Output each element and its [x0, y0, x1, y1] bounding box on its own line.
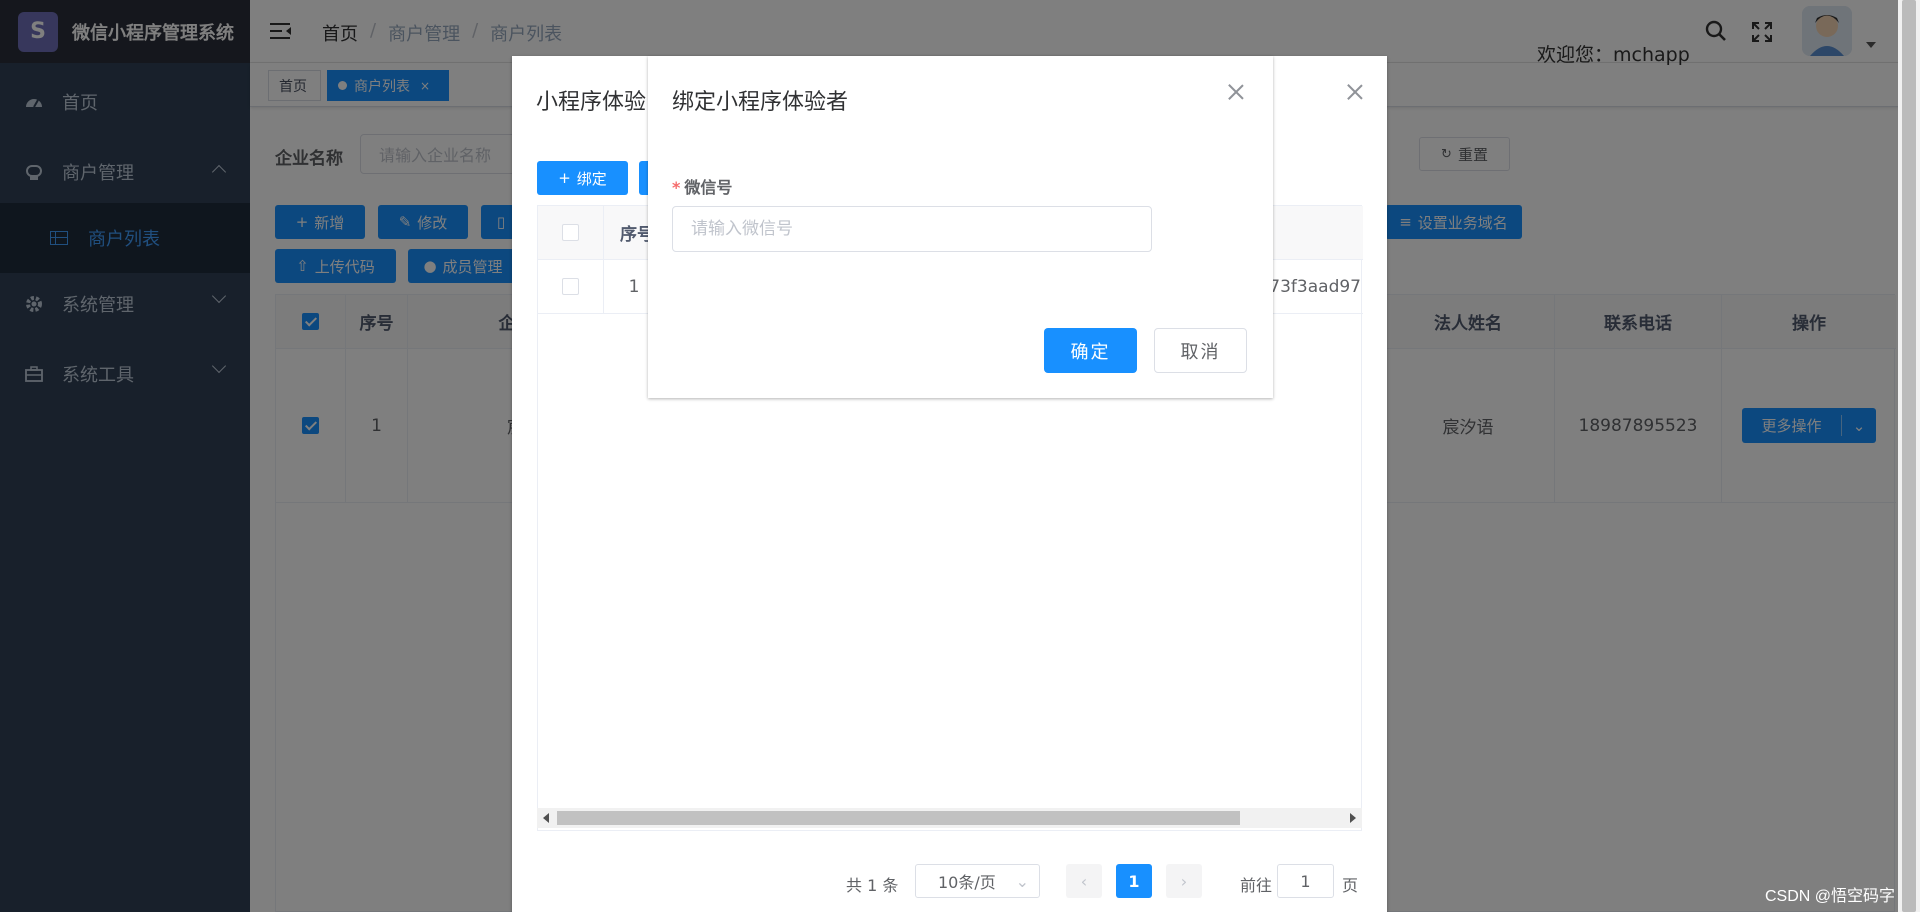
page-size-value: 10条/页: [938, 873, 996, 892]
select-all-checkbox[interactable]: [562, 224, 579, 241]
goto-input[interactable]: 1: [1277, 864, 1334, 898]
page-1-button[interactable]: 1: [1116, 864, 1152, 898]
close-icon[interactable]: [1347, 84, 1363, 100]
pager-total: 共 1 条: [846, 876, 899, 895]
wechat-id-label: * 微信号: [672, 174, 732, 198]
bind-tester-dialog: 绑定小程序体验者 *微信号 确定 取消: [648, 56, 1273, 398]
next-page-button[interactable]: ›: [1166, 864, 1202, 898]
scrollbar-thumb[interactable]: [557, 811, 1240, 825]
tester-dialog-title: 小程序体验: [536, 90, 647, 115]
row-checkbox[interactable]: [562, 278, 579, 295]
bind-button-label: 绑定: [576, 169, 607, 188]
scroll-right-icon[interactable]: [1350, 813, 1356, 823]
wechat-id-label-text: 微信号: [684, 178, 733, 197]
vertical-scrollbar[interactable]: [1898, 0, 1920, 912]
table-row: [538, 260, 604, 314]
select-all-header: [538, 206, 604, 260]
scrollbar-thumb[interactable]: [1902, 0, 1916, 912]
cancel-button[interactable]: 取消: [1154, 328, 1247, 373]
plus-icon: +: [558, 169, 571, 187]
close-icon[interactable]: [1228, 84, 1244, 100]
chevron-down-icon: ⌄: [1015, 872, 1029, 891]
required-mark: *: [672, 178, 681, 197]
bind-dialog-title: 绑定小程序体验者: [672, 90, 849, 115]
bind-button[interactable]: + 绑定: [537, 161, 628, 195]
scroll-left-icon[interactable]: [543, 813, 549, 823]
wechat-id-input[interactable]: [672, 206, 1152, 252]
horizontal-scrollbar[interactable]: [537, 808, 1362, 828]
confirm-button[interactable]: 确定: [1044, 328, 1137, 373]
page-unit-label: 页: [1342, 876, 1359, 895]
goto-label: 前往: [1240, 876, 1273, 895]
page-size-select[interactable]: 10条/页 ⌄: [915, 864, 1040, 898]
watermark-text: CSDN @悟空码字: [1765, 888, 1896, 905]
prev-page-button[interactable]: ‹: [1066, 864, 1102, 898]
app-root: S 微信小程序管理系统 首页 商户管理 商户列表 系统管理: [0, 0, 1920, 912]
